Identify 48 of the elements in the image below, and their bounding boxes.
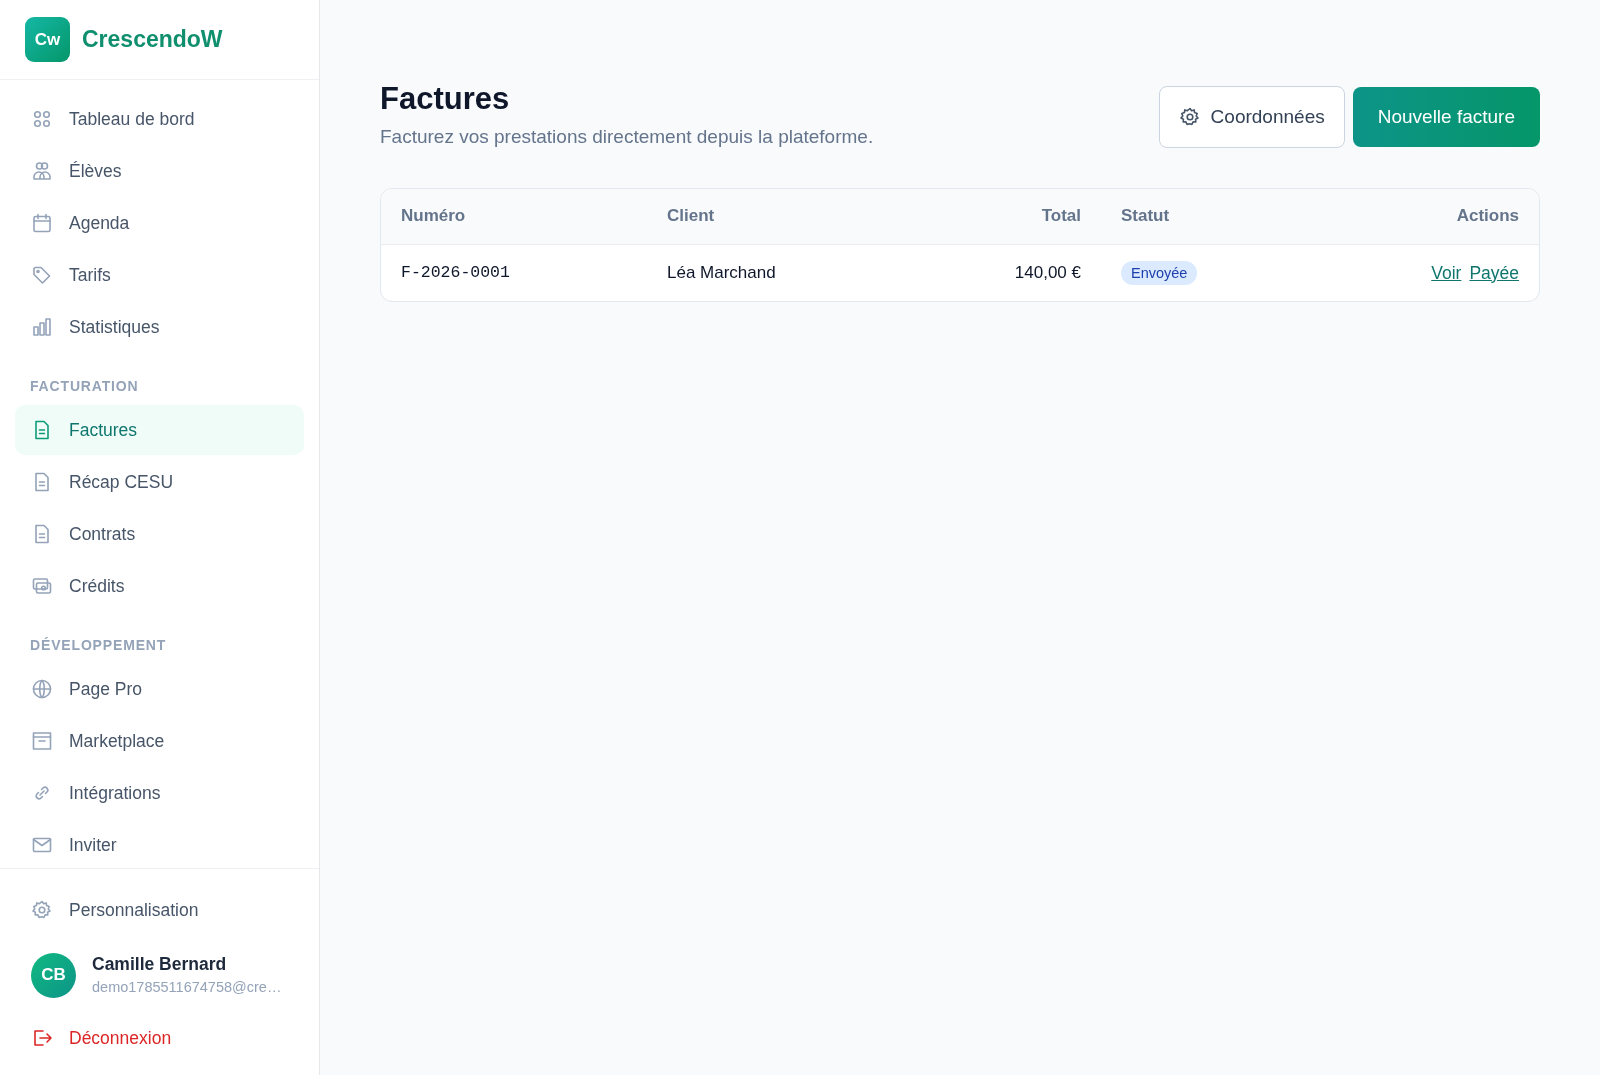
calendar-icon <box>31 212 53 234</box>
sidebar-item[interactable]: Crédits <box>15 561 304 611</box>
table-cell: F-2026-0001 <box>401 263 510 283</box>
sidebar-item[interactable]: Tarifs <box>15 250 304 300</box>
section-heading: DÉVELOPPEMENT <box>29 636 168 655</box>
status-badge: Envoyée <box>1121 260 1198 285</box>
globe-icon <box>31 678 53 700</box>
logout-link[interactable]: Déconnexion <box>15 1013 304 1063</box>
row-action-link[interactable]: Payée <box>1469 259 1519 286</box>
cash-icon <box>31 575 53 597</box>
details-button[interactable]: Coordonnées <box>1158 86 1345 148</box>
table-cell-text: Léa Marchand <box>667 261 776 284</box>
sidebar-item[interactable]: Contrats <box>15 509 304 559</box>
users-icon <box>31 160 53 182</box>
table-cell-text: 140,00 € <box>1014 261 1081 284</box>
page-title: Factures <box>380 80 511 118</box>
sidebar-item[interactable]: Élèves <box>15 146 304 196</box>
user-email: demo1785511674758@cre… <box>92 978 282 998</box>
sidebar-item[interactable]: Intégrations <box>15 768 304 818</box>
column-header: Client <box>667 205 715 228</box>
column-header: Statut <box>1121 206 1170 226</box>
user-avatar: CB <box>31 952 76 998</box>
column-header: Total <box>1041 205 1081 228</box>
grid-icon <box>31 108 53 130</box>
settings-icon <box>1178 106 1201 128</box>
column-header: Actions <box>1456 206 1519 226</box>
tag-icon <box>31 264 53 286</box>
section-heading: FACTURATION <box>29 377 140 396</box>
sidebar-item[interactable]: Agenda <box>15 198 304 248</box>
sidebar-item[interactable]: Factures <box>15 405 304 455</box>
settings-icon <box>31 899 53 921</box>
brand-name: CrescendoW <box>82 25 223 55</box>
user-name: Camille Bernard <box>92 953 228 976</box>
sidebar-item[interactable]: Tableau de bord <box>15 94 304 144</box>
sidebar-item[interactable]: Marketplace <box>15 716 304 766</box>
sidebar-item[interactable]: Inviter <box>15 820 304 868</box>
sidebar-item[interactable]: Récap CESU <box>15 457 304 507</box>
sidebar-item[interactable]: Personnalisation <box>15 885 304 935</box>
bar-chart-icon <box>31 316 53 338</box>
row-action-link[interactable]: Voir <box>1431 259 1462 286</box>
sidebar-item[interactable]: Statistiques <box>15 302 304 352</box>
logo-icon: Cw <box>25 17 70 62</box>
new-invoice-button[interactable]: Nouvelle facture <box>1352 87 1540 147</box>
page-subtitle: Facturez vos prestations directement depuis la plateforme. <box>380 125 874 150</box>
archive-icon <box>31 730 53 752</box>
sidebar-item[interactable]: Page Pro <box>15 664 304 714</box>
logout-icon <box>31 1027 53 1049</box>
column-header: Numéro <box>401 206 466 226</box>
